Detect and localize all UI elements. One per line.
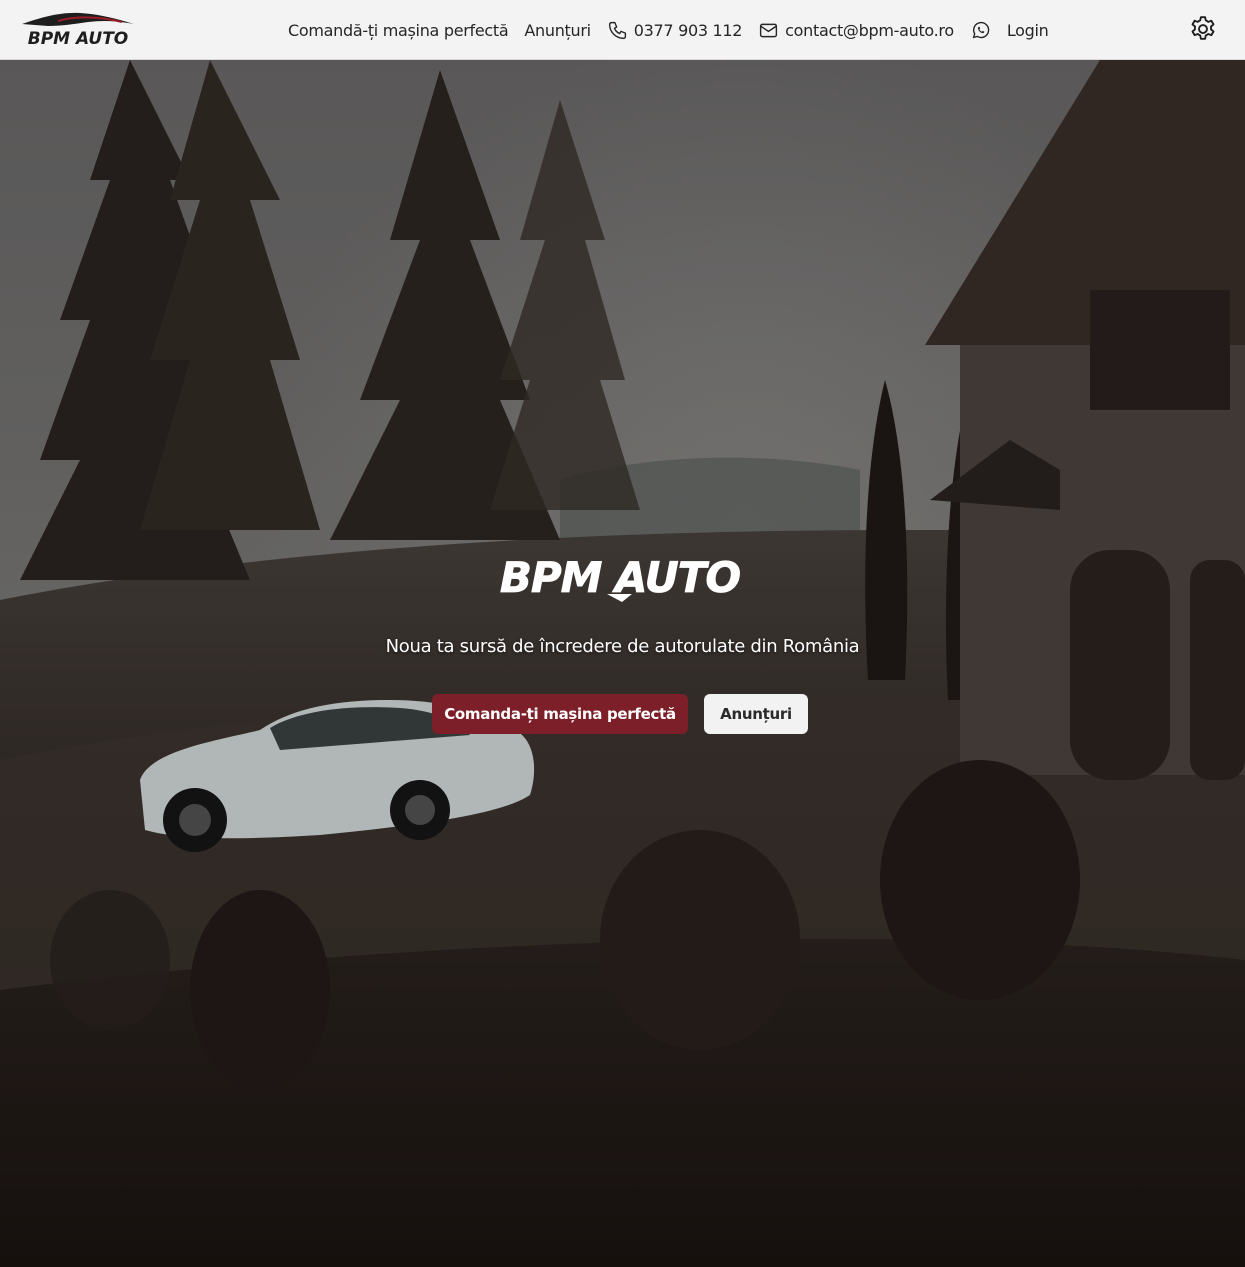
hero-tagline: Noua ta sursă de încredere de autorulate… xyxy=(385,636,860,657)
listings-button[interactable]: Anunțuri xyxy=(704,694,808,734)
hero-brand-logo: BPM AUTO xyxy=(499,553,741,603)
whatsapp-icon xyxy=(972,21,990,38)
main-nav: Comandă-ți mașina perfectă Anunțuri 0377… xyxy=(288,0,1049,60)
phone-icon xyxy=(608,21,626,39)
mail-icon xyxy=(760,23,778,37)
bpm-auto-logo[interactable]: BPM AUTO xyxy=(18,8,138,50)
nav-email[interactable]: contact@bpm-auto.ro xyxy=(758,20,954,41)
hero-section: BPM AUTO Noua ta sursă de încredere de a… xyxy=(0,60,1245,1267)
nav-whatsapp[interactable] xyxy=(970,20,991,41)
phone-number: 0377 903 112 xyxy=(633,20,743,40)
gear-icon[interactable] xyxy=(1188,14,1218,44)
logo-text: BPM AUTO xyxy=(28,29,129,49)
email-address: contact@bpm-auto.ro xyxy=(785,20,954,40)
site-header: BPM AUTO Comandă-ți mașina perfectă Anun… xyxy=(0,0,1245,60)
hero-overlay xyxy=(0,60,1245,1267)
nav-listings[interactable]: Anunțuri xyxy=(524,21,591,40)
order-car-button[interactable]: Comanda-ți mașina perfectă xyxy=(432,694,688,734)
nav-phone[interactable]: 0377 903 112 xyxy=(607,20,742,41)
nav-order-car[interactable]: Comandă-ți mașina perfectă xyxy=(288,21,509,40)
nav-login[interactable]: Login xyxy=(1007,21,1049,40)
